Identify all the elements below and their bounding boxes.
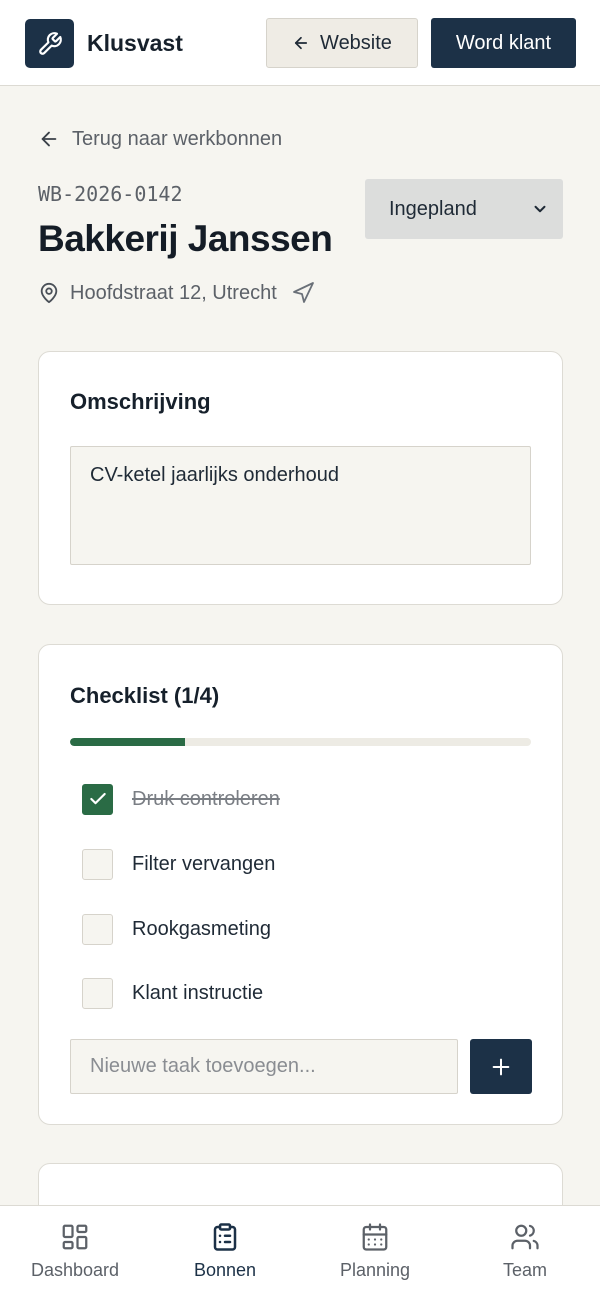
plus-icon <box>492 1058 510 1075</box>
team-icon <box>511 1224 539 1250</box>
checklist-item-label: Druk controleren <box>132 787 280 810</box>
checklist-card: Checklist (1/4) Druk controleren Filter … <box>38 644 563 1125</box>
clipboard-icon <box>213 1223 237 1251</box>
check-icon <box>89 792 106 805</box>
website-button-label: Website <box>320 31 392 54</box>
top-bar: Klusvast Website Word klant <box>0 0 600 86</box>
workorder-number: WB-2026-0142 <box>38 182 183 206</box>
checklist-title: Checklist (1/4) <box>70 683 220 708</box>
nav-item-planning[interactable]: Planning <box>300 1222 450 1286</box>
address-text: Hoofdstraat 12, Utrecht <box>70 281 277 304</box>
checklist-progress-bar <box>70 738 531 746</box>
checkbox[interactable] <box>82 977 113 1009</box>
nav-label: Team <box>502 1260 547 1280</box>
become-client-button[interactable]: Word klant <box>431 18 576 68</box>
back-link-label: Terug naar werkbonnen <box>72 127 283 150</box>
calendar-icon <box>362 1223 388 1251</box>
nav-label: Bonnen <box>193 1260 257 1280</box>
description-title: Omschrijving <box>70 389 211 414</box>
checklist-item-label: Filter vervangen <box>132 852 276 875</box>
nav-label: Dashboard <box>30 1260 120 1280</box>
brand-name: Klusvast <box>87 30 183 56</box>
checklist-item-label: Klant instructie <box>132 981 264 1004</box>
nav-item-dashboard[interactable]: Dashboard <box>0 1222 150 1286</box>
checklist-item: Filter vervangen <box>82 848 275 880</box>
wrench-icon <box>38 31 62 55</box>
page-title: Bakkerij Janssen <box>38 218 333 259</box>
checkbox-checked[interactable] <box>82 783 113 815</box>
nav-item-team[interactable]: Team <box>450 1222 600 1286</box>
new-task-input[interactable] <box>70 1039 458 1094</box>
back-to-workorders-link[interactable]: Terug naar werkbonnen <box>38 126 282 152</box>
description-field[interactable]: CV-ketel jaarlijks onderhoud <box>70 446 531 565</box>
dashboard-icon <box>62 1224 88 1250</box>
status-value: Ingepland <box>389 197 477 220</box>
navigate-icon[interactable] <box>291 281 315 305</box>
checklist-item: Rookgasmeting <box>82 913 271 945</box>
checklist-item-label: Rookgasmeting <box>132 917 271 940</box>
map-pin-icon <box>40 282 58 304</box>
checkbox[interactable] <box>82 913 113 945</box>
bottom-nav: Dashboard Bonnen Planning Team <box>0 1205 600 1298</box>
checkbox[interactable] <box>82 848 113 880</box>
address: Hoofdstraat 12, Utrecht <box>38 279 315 307</box>
checklist-item: Klant instructie <box>82 977 263 1009</box>
logo[interactable] <box>25 19 74 68</box>
description-card: Omschrijving CV-ketel jaarlijks onderhou… <box>38 351 563 605</box>
nav-item-bonnen[interactable]: Bonnen <box>150 1222 300 1286</box>
chevron-down-icon <box>534 205 546 213</box>
arrow-left-icon <box>294 36 308 50</box>
nav-label: Planning <box>339 1260 411 1280</box>
arrow-left-icon <box>41 131 57 147</box>
website-button[interactable]: Website <box>266 18 418 68</box>
add-task-button[interactable] <box>470 1039 532 1094</box>
status-select[interactable]: Ingepland <box>365 179 563 239</box>
checklist-item: Druk controleren <box>82 783 280 815</box>
checklist-progress-fill <box>70 738 186 746</box>
